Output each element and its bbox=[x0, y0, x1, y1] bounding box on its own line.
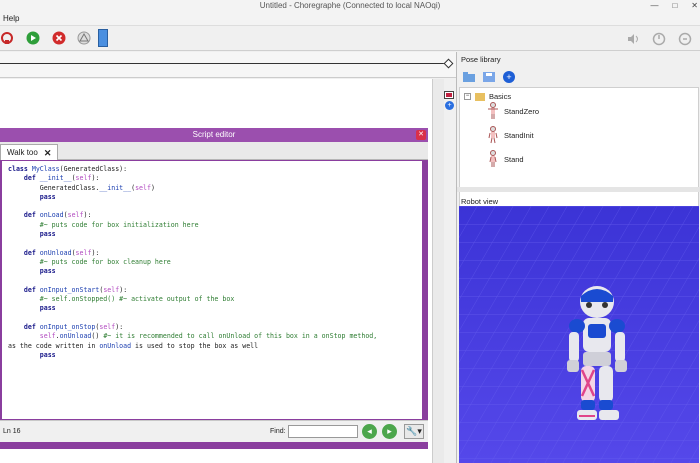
robot-view-3d[interactable] bbox=[459, 206, 699, 463]
script-editor-window: Script editor ✕ Walk too ✕ class MyClass… bbox=[0, 128, 428, 449]
script-editor-tabbar: Walk too ✕ bbox=[0, 142, 428, 160]
code-line: def __init__(self): bbox=[23, 174, 100, 183]
robot-rest-icon[interactable] bbox=[678, 32, 692, 46]
code-line: self.onUnload() #~ it is recommended to … bbox=[39, 332, 378, 341]
save-pose-icon[interactable] bbox=[483, 72, 495, 82]
main-toolbar bbox=[0, 27, 700, 51]
script-editor-titlebar[interactable]: Script editor ✕ bbox=[0, 128, 428, 142]
code-line: def onUnload(self): bbox=[23, 248, 100, 257]
pose-label: Stand bbox=[504, 154, 524, 164]
code-line: pass bbox=[39, 230, 56, 239]
window-controls: — □ ✕ bbox=[650, 0, 698, 12]
code-line: GeneratedClass.__init__(self) bbox=[8, 183, 155, 192]
code-line: #~ puts code for box cleanup here bbox=[39, 257, 171, 266]
close-icon[interactable]: ✕ bbox=[416, 130, 426, 140]
input-port-icon[interactable] bbox=[444, 91, 454, 99]
robot-view-title: Robot view bbox=[461, 197, 499, 206]
maximize-button[interactable]: □ bbox=[672, 0, 677, 12]
robot-pose-icon bbox=[488, 102, 498, 119]
code-line: as the code written in onUnload is used … bbox=[8, 341, 259, 350]
tab-label: Walk too bbox=[7, 147, 38, 157]
tree-root-basics[interactable]: − Basics bbox=[464, 92, 511, 101]
right-panel: Pose library + − Basics StandZero StandI… bbox=[456, 52, 700, 463]
find-previous-icon[interactable]: ◂ bbox=[362, 424, 377, 439]
code-line: def onLoad(self): bbox=[23, 211, 92, 220]
window-title: Untitled - Choregraphe (Connected to loc… bbox=[259, 1, 441, 10]
box-icon[interactable] bbox=[98, 29, 108, 47]
script-editor-statusbar: Ln 16 Find: ◂ ▸ 🔧▾ bbox=[0, 420, 428, 442]
add-port-icon[interactable]: + bbox=[445, 101, 454, 110]
code-line: class MyClass(GeneratedClass): bbox=[8, 165, 128, 173]
pose-library-toolbar: + bbox=[457, 70, 700, 86]
folder-icon bbox=[475, 92, 485, 101]
line-number-indicator: Ln 16 bbox=[3, 428, 21, 435]
pose-item-stand[interactable]: Stand bbox=[488, 150, 524, 168]
code-editor[interactable]: class MyClass(GeneratedClass): def __ini… bbox=[2, 161, 422, 419]
panel-splitter[interactable] bbox=[457, 187, 700, 192]
collapse-icon[interactable]: − bbox=[464, 93, 471, 100]
pose-item-standzero[interactable]: StandZero bbox=[488, 102, 539, 120]
find-label: Find: bbox=[270, 428, 286, 435]
code-line: pass bbox=[39, 192, 56, 201]
play-icon[interactable] bbox=[26, 31, 40, 45]
code-line: #~ self.onStopped() #~ activate output o… bbox=[39, 295, 235, 304]
tree-root-label: Basics bbox=[489, 92, 512, 101]
timeline[interactable] bbox=[0, 52, 456, 78]
window-titlebar: Untitled - Choregraphe (Connected to loc… bbox=[0, 0, 700, 12]
robot-pose-icon bbox=[488, 126, 498, 144]
find-input[interactable] bbox=[288, 425, 358, 438]
canvas-scrollbar[interactable] bbox=[432, 79, 444, 463]
pose-library-title: Pose library bbox=[461, 55, 501, 64]
robot-pose-icon bbox=[489, 150, 497, 167]
code-line: pass bbox=[39, 304, 56, 313]
script-editor-title: Script editor bbox=[192, 130, 236, 139]
code-line: pass bbox=[39, 267, 56, 276]
timeline-end-marker[interactable] bbox=[443, 58, 454, 69]
pose-item-standinit[interactable]: StandInit bbox=[488, 126, 534, 144]
open-folder-icon[interactable] bbox=[463, 72, 475, 82]
minimize-button[interactable]: — bbox=[650, 0, 658, 12]
timeline-track bbox=[0, 63, 448, 64]
code-line: pass bbox=[39, 350, 56, 359]
volume-icon[interactable] bbox=[626, 32, 640, 46]
canvas-side-controls: + bbox=[444, 79, 456, 463]
code-line: def onInput_onStop(self): bbox=[23, 323, 124, 332]
add-pose-icon[interactable]: + bbox=[503, 71, 515, 83]
close-window-button[interactable]: ✕ bbox=[691, 0, 698, 12]
find-next-icon[interactable]: ▸ bbox=[382, 424, 397, 439]
menu-help[interactable]: Help bbox=[3, 14, 19, 23]
robot-view-canvas bbox=[459, 206, 699, 463]
robot-wake-icon[interactable] bbox=[652, 32, 666, 46]
code-line: #~ puts code for box initialization here bbox=[39, 220, 199, 229]
tab-close-icon[interactable]: ✕ bbox=[44, 146, 52, 160]
tab-walk-too[interactable]: Walk too ✕ bbox=[0, 144, 59, 160]
connect-icon[interactable] bbox=[0, 31, 14, 45]
pose-label: StandZero bbox=[504, 106, 540, 116]
code-line: def onInput_onStart(self): bbox=[23, 285, 128, 294]
settings-wrench-icon[interactable]: 🔧▾ bbox=[404, 424, 424, 439]
pose-label: StandInit bbox=[504, 130, 534, 140]
menu-bar: Help bbox=[0, 12, 700, 26]
stop-icon[interactable] bbox=[52, 31, 66, 45]
warning-icon[interactable] bbox=[77, 31, 91, 45]
